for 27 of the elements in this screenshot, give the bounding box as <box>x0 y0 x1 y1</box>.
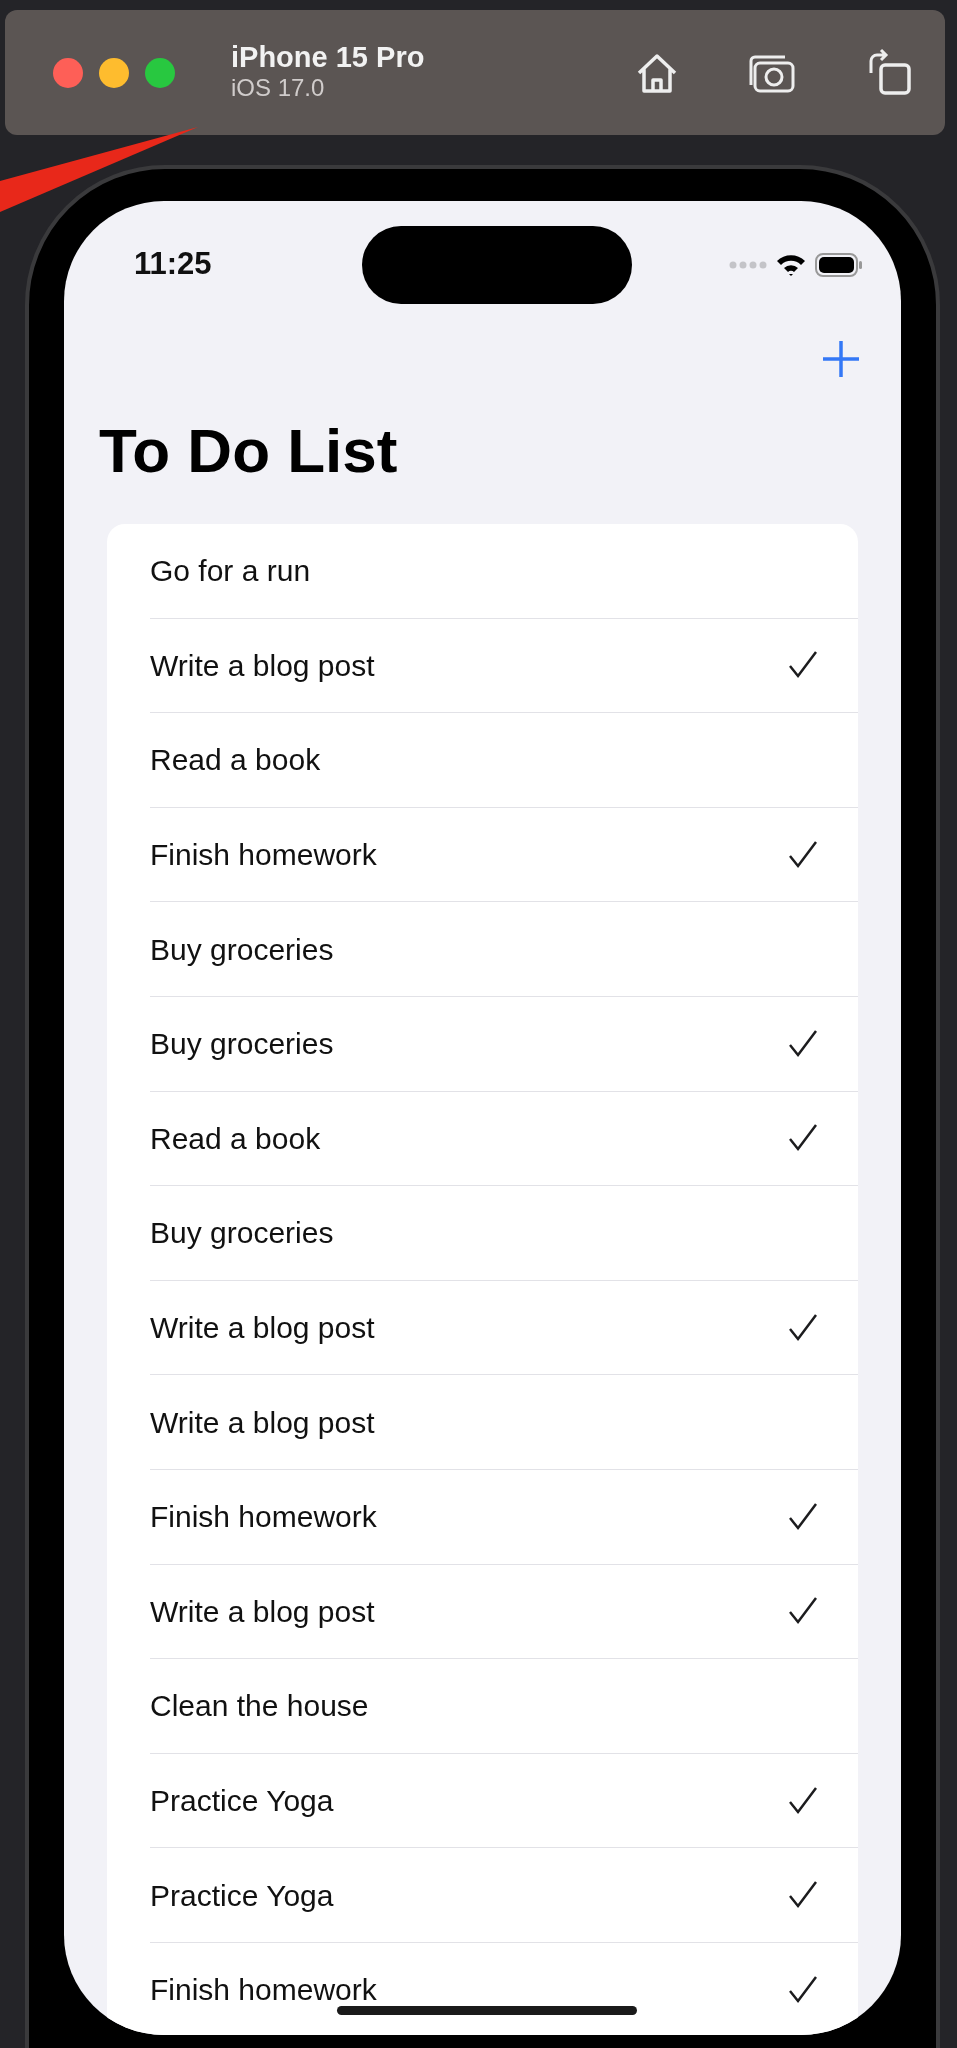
todo-item-text[interactable]: Finish homework <box>150 832 377 878</box>
signal-icon <box>729 260 767 269</box>
wifi-icon <box>775 252 807 277</box>
todo-item-text[interactable]: Write a blog post <box>150 1305 375 1351</box>
zoom-button[interactable] <box>145 57 175 88</box>
todo-item-text[interactable]: Clean the house <box>150 1683 369 1729</box>
todo-item-text[interactable]: Read a book <box>150 1115 321 1161</box>
todo-item-text[interactable]: Buy groceries <box>150 1021 334 1067</box>
todo-item-text[interactable]: Write a blog post <box>150 1588 375 1634</box>
add-icon[interactable] <box>821 339 861 379</box>
close-button[interactable] <box>53 57 83 88</box>
todo-item-text[interactable]: Finish homework <box>150 1967 377 2013</box>
os-version: iOS 17.0 <box>231 74 326 103</box>
todo-item-text[interactable]: Finish homework <box>150 1494 377 1540</box>
todo-item-text[interactable]: Go for a run <box>150 548 311 594</box>
minimize-button[interactable] <box>99 57 129 88</box>
todo-item-text[interactable]: Write a blog post <box>150 1399 375 1445</box>
todo-item-text[interactable]: Practice Yoga <box>150 1778 334 1823</box>
todo-item-text[interactable]: Read a book <box>150 737 321 783</box>
todo-item-text[interactable]: Buy groceries <box>150 1210 334 1256</box>
battery-icon <box>815 252 863 277</box>
todo-item-text[interactable]: Write a blog post <box>150 642 375 688</box>
device-name: iPhone 15 Pro <box>231 42 425 75</box>
status-time: 11:25 <box>134 245 213 284</box>
todo-item-text[interactable]: Practice Yoga <box>150 1872 334 1918</box>
todo-item-text[interactable]: Buy groceries <box>150 926 334 972</box>
page-title: To Do List <box>99 415 399 487</box>
